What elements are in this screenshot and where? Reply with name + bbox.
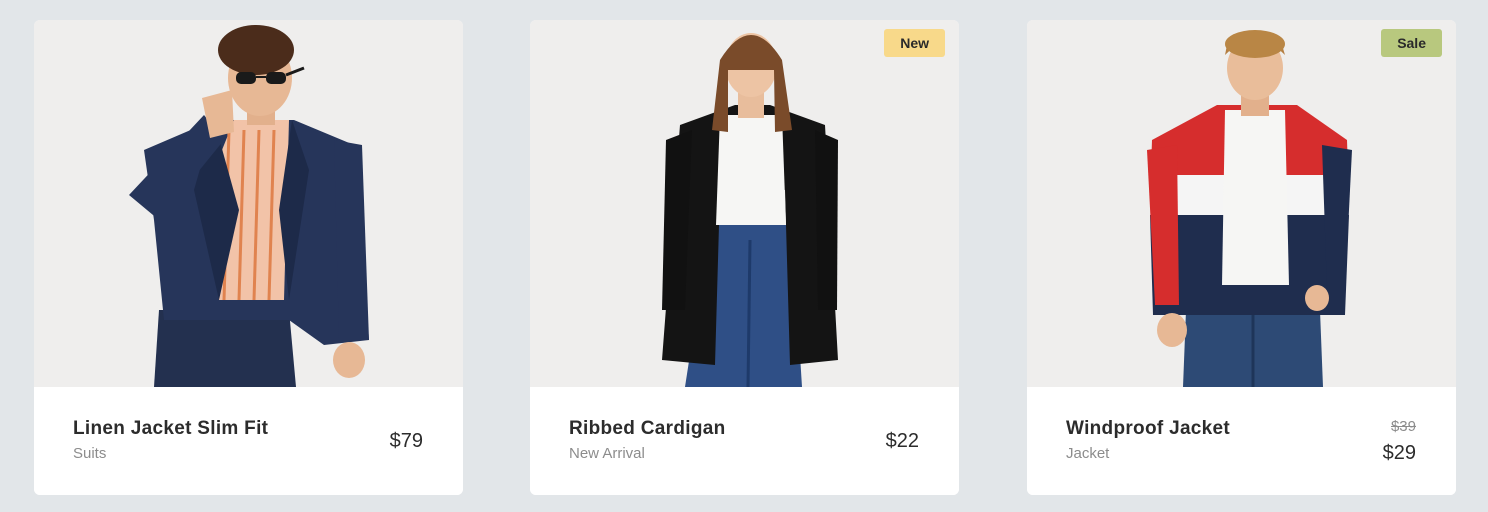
product-category: Jacket: [1066, 445, 1110, 462]
product-price: $22: [885, 430, 919, 452]
product-category: Suits: [73, 445, 107, 462]
model-in-black-cardigan-illustration: [530, 20, 959, 387]
product-price: $79: [389, 430, 423, 452]
model-in-windbreaker-illustration: [1027, 20, 1456, 387]
product-info: Linen Jacket Slim Fit Suits $79: [34, 387, 463, 495]
product-image[interactable]: Sale: [1027, 20, 1456, 387]
product-card[interactable]: Linen Jacket Slim Fit Suits $79: [34, 20, 463, 495]
product-card[interactable]: Sale Windproof Jacket Jacket $39 $29: [1027, 20, 1456, 495]
product-info: Windproof Jacket Jacket $39 $29: [1027, 387, 1456, 495]
product-card[interactable]: New Ribbed Cardigan New Arrival $22: [530, 20, 959, 495]
sale-badge: Sale: [1381, 29, 1442, 57]
original-price: $39: [1390, 418, 1416, 435]
product-image[interactable]: New: [530, 20, 959, 387]
product-name[interactable]: Linen Jacket Slim Fit: [73, 418, 268, 440]
new-badge: New: [884, 29, 945, 57]
model-in-navy-suit-illustration: [34, 20, 463, 387]
product-name[interactable]: Ribbed Cardigan: [569, 418, 726, 440]
product-info: Ribbed Cardigan New Arrival $22: [530, 387, 959, 495]
sale-price: $29: [1382, 442, 1416, 464]
product-category: New Arrival: [569, 445, 645, 462]
product-name[interactable]: Windproof Jacket: [1066, 418, 1230, 440]
product-image[interactable]: [34, 20, 463, 387]
